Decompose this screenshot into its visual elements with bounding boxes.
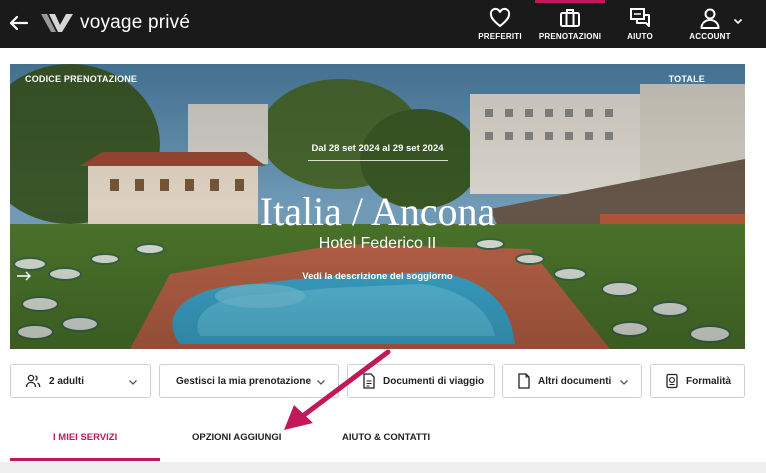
file-icon xyxy=(518,373,530,389)
tab-my-services[interactable]: I MIEI SERVIZI xyxy=(53,432,117,443)
guests-value: 2 adulti xyxy=(49,375,85,387)
stay-dates: Dal 28 set 2024 al 29 set 2024 xyxy=(311,143,444,154)
active-tab-indicator xyxy=(10,458,160,461)
nav-label: ACCOUNT xyxy=(689,32,731,41)
service-tabs: I MIEI SERVIZI OPZIONI AGGIUNGI AIUTO & … xyxy=(0,418,766,462)
manage-booking-dropdown[interactable]: Gestisci la mia prenotazione xyxy=(159,364,339,398)
other-documents-label: Altri documenti xyxy=(538,375,612,387)
formalities-button[interactable]: Formalità xyxy=(650,364,745,398)
manage-booking-label: Gestisci la mia prenotazione xyxy=(176,375,312,387)
nav-aiuto[interactable]: AIUTO xyxy=(622,0,658,48)
logo-mark-icon xyxy=(41,14,73,32)
stay-description-link[interactable]: Vedi la descrizione del soggiorno xyxy=(10,271,745,282)
nav-label: PREFERITI xyxy=(478,32,522,41)
travel-documents-button[interactable]: Documenti di viaggio xyxy=(347,364,495,398)
logo-text: voyage privé xyxy=(80,12,191,33)
nav-prenotazioni[interactable]: PRENOTAZIONI xyxy=(535,0,605,48)
users-icon xyxy=(25,374,41,388)
chevron-down-icon[interactable] xyxy=(733,16,743,26)
guests-dropdown[interactable]: 2 adulti xyxy=(10,364,151,398)
nav-preferiti[interactable]: PREFERITI xyxy=(478,0,522,48)
chevron-down-icon xyxy=(620,380,628,385)
travel-documents-label: Documenti di viaggio xyxy=(383,375,485,387)
destination-title: Italia / Ancona xyxy=(259,189,496,234)
passport-icon xyxy=(666,373,678,389)
user-icon xyxy=(700,8,720,29)
content-area xyxy=(0,462,766,473)
nav-label: PRENOTAZIONI xyxy=(538,32,602,41)
back-arrow-icon[interactable] xyxy=(8,12,30,34)
booking-code-label: CODICE PRENOTAZIONE xyxy=(25,74,138,84)
formalities-label: Formalità xyxy=(686,375,732,387)
total-label: TOTALE xyxy=(668,74,705,84)
arrow-right-icon xyxy=(17,271,31,281)
suitcase-icon xyxy=(560,9,580,27)
heart-icon xyxy=(489,7,511,28)
nav-account[interactable]: ACCOUNT xyxy=(688,0,732,48)
top-navigation-bar: voyage privé PREFERITI PRENOTAZIONI AIUT… xyxy=(0,0,766,48)
tab-help-contacts[interactable]: AIUTO & CONTATTI xyxy=(342,432,430,443)
document-icon xyxy=(363,373,375,389)
chat-icon xyxy=(630,8,650,27)
stay-description-link-label: Vedi la descrizione del soggiorno xyxy=(302,271,453,282)
chevron-down-icon xyxy=(317,380,325,385)
hero-banner: CODICE PRENOTAZIONE TOTALE Dal 28 set 20… xyxy=(10,64,745,349)
divider xyxy=(308,160,448,161)
nav-label: AIUTO xyxy=(627,32,653,41)
tab-add-options[interactable]: OPZIONI AGGIUNGI xyxy=(192,432,281,443)
logo[interactable]: voyage privé xyxy=(40,10,190,36)
chevron-down-icon xyxy=(129,380,137,385)
other-documents-dropdown[interactable]: Altri documenti xyxy=(502,364,642,398)
hotel-name: Hotel Federico II xyxy=(318,235,437,252)
